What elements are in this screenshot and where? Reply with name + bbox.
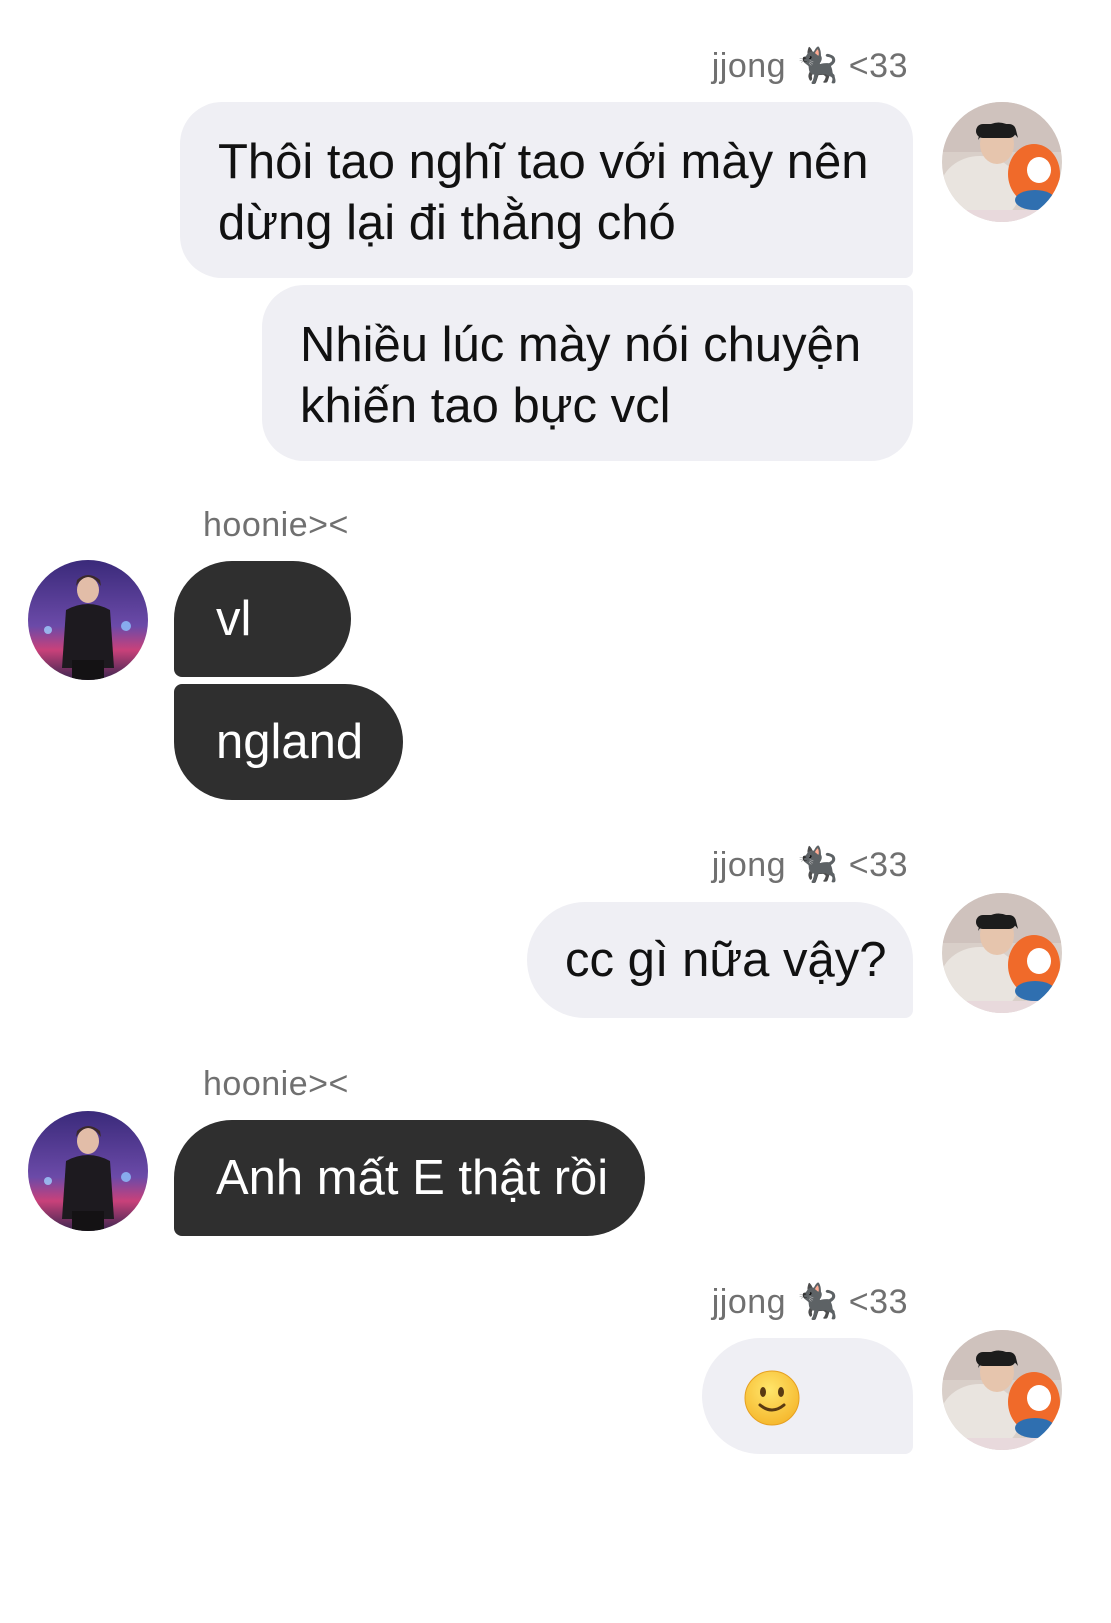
message-bubble-hoonie-2[interactable]: ngland: [174, 684, 403, 800]
message-text-line: ngland: [216, 715, 364, 769]
avatar-jjong-photo: [942, 893, 1062, 1013]
avatar-jjong-photo: [942, 1330, 1062, 1450]
avatar-hoonie[interactable]: [28, 560, 148, 680]
sender-name-hoonie: hoonie><: [203, 506, 349, 544]
message-bubble-jjong-1[interactable]: Thôi tao nghĩ tao với mày nên dừng lại đ…: [180, 102, 913, 278]
message-text-line: cc gì nữa vậy?: [565, 933, 887, 987]
message-bubble-jjong-3[interactable]: cc gì nữa vậy?: [527, 902, 913, 1018]
message-text-line: dừng lại đi thằng chó: [218, 196, 676, 250]
avatar-hoonie-photo: [28, 560, 148, 680]
avatar-jjong[interactable]: [942, 1330, 1062, 1450]
message-text-line: Thôi tao nghĩ tao với mày nên: [218, 135, 869, 189]
message-bubble-jjong-2[interactable]: Nhiều lúc mày nói chuyện khiến tao bực v…: [262, 285, 913, 461]
avatar-hoonie-photo: [28, 1111, 148, 1231]
sender-name-jjong: jjong 🐈‍⬛ <33: [711, 1283, 908, 1321]
avatar-jjong[interactable]: [942, 102, 1062, 222]
sender-name-jjong: jjong 🐈‍⬛ <33: [711, 47, 908, 85]
message-bubble-hoonie-1[interactable]: vl: [174, 561, 351, 677]
sender-name-hoonie: hoonie><: [203, 1065, 349, 1103]
message-text-line: Nhiều lúc mày nói chuyện: [300, 318, 862, 372]
sender-name-jjong: jjong 🐈‍⬛ <33: [711, 846, 908, 884]
avatar-hoonie[interactable]: [28, 1111, 148, 1231]
message-bubble-hoonie-3[interactable]: Anh mất E thật rồi: [174, 1120, 645, 1236]
slightly-smiling-face-emoji-icon: [744, 1370, 800, 1426]
avatar-jjong[interactable]: [942, 893, 1062, 1013]
message-text-line: khiến tao bực vcl: [300, 379, 671, 433]
message-text-line: Anh mất E thật rồi: [216, 1151, 609, 1205]
avatar-jjong-photo: [942, 102, 1062, 222]
message-bubble-jjong-emoji[interactable]: [702, 1338, 913, 1454]
message-text-line: vl: [216, 592, 252, 646]
